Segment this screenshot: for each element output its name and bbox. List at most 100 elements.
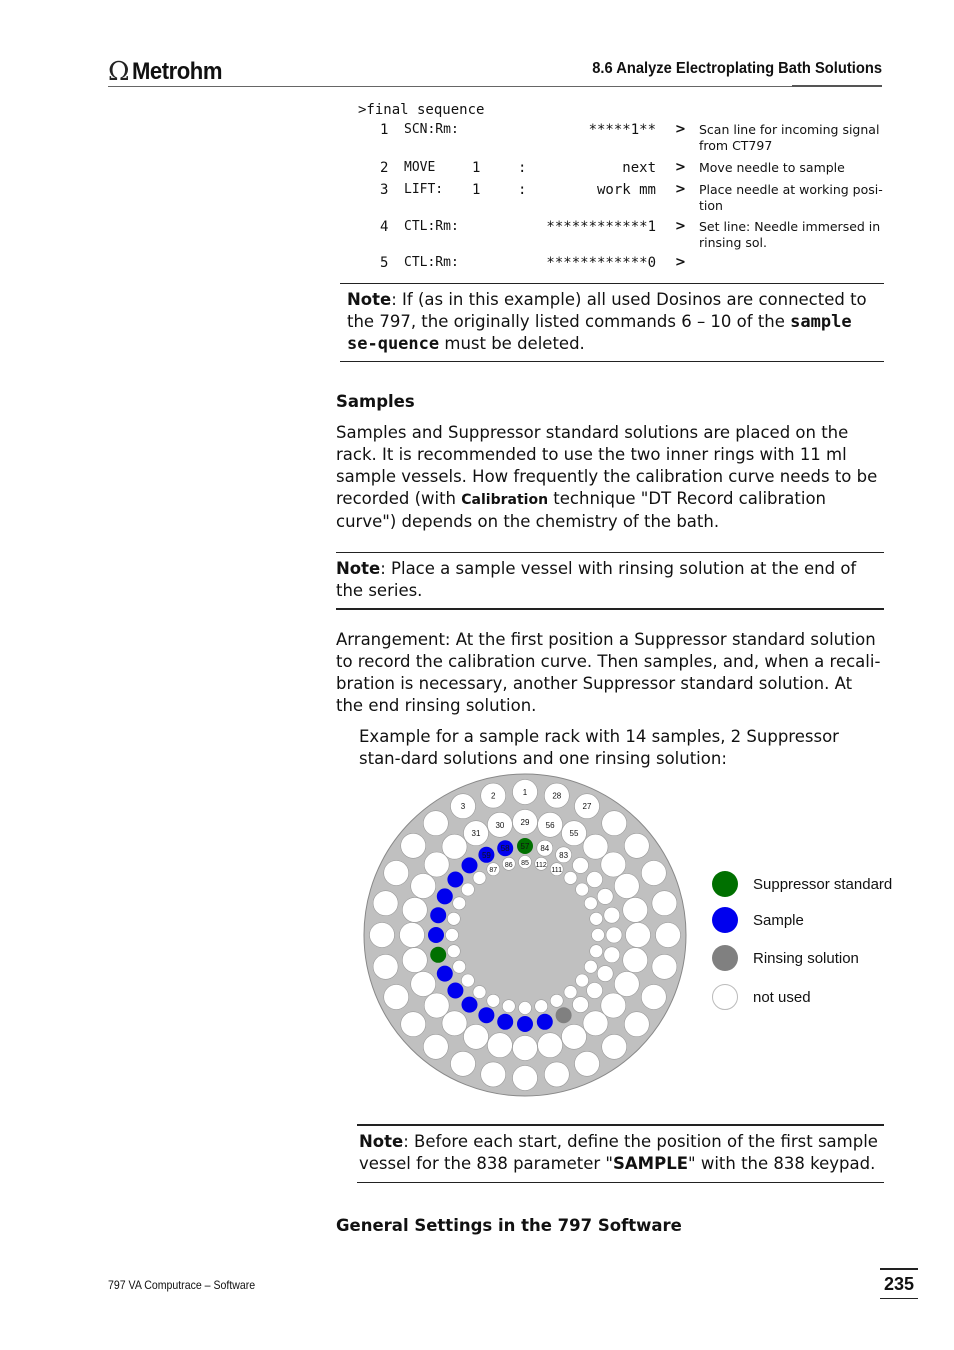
rack-position-4-not-used	[423, 810, 449, 837]
header-divider	[108, 86, 882, 87]
rack-position-label: 83	[559, 851, 568, 860]
rack-position-108-not-used	[584, 896, 598, 911]
metrohm-logo: Ω Metrohm	[108, 58, 229, 86]
rack-position-103-not-used	[575, 973, 589, 988]
rack-position-label: 28	[552, 792, 561, 801]
omega-logo-icon: Ω	[108, 57, 130, 87]
rack-position-106-not-used	[591, 928, 605, 942]
samples-paragraph: Samples and Suppressor standard solution…	[336, 422, 884, 533]
rack-position-99-not-used	[518, 1001, 532, 1015]
legend-swatch-icon	[712, 871, 738, 897]
legend-swatch-icon	[712, 945, 738, 971]
rack-position-96-not-used	[472, 985, 487, 999]
rack-position-47-not-used	[600, 992, 627, 1019]
rack-position-41-not-used	[463, 1023, 489, 1050]
arrow-marker: >	[675, 122, 686, 137]
note-sample-parameter: Note: Before each start, define the posi…	[359, 1131, 886, 1175]
rack-position-50-not-used	[625, 922, 651, 948]
note-rinsing: Note: Place a sample vessel with rinsing…	[336, 558, 884, 602]
arrow-marker: >	[675, 255, 686, 270]
rack-position-label: 86	[505, 862, 513, 869]
command-value: ************1	[546, 219, 656, 235]
rack-position-label: 57	[521, 842, 530, 851]
rack-position-48-not-used	[613, 971, 640, 997]
rack-position-22-not-used	[655, 922, 681, 948]
rack-position-25-not-used	[623, 833, 650, 859]
rack-position-90-not-used	[452, 896, 466, 911]
rack-position-19-not-used	[623, 1011, 650, 1037]
command-value: *****1**	[588, 122, 656, 138]
legend-item-suppressor-standard: Suppressor standard	[712, 870, 892, 898]
legend-label: Rinsing solution	[753, 949, 859, 967]
rack-position-label: 56	[546, 821, 555, 830]
command-value: next	[622, 160, 656, 176]
rack-position-102-not-used	[563, 985, 578, 999]
rack-position-16-not-used	[544, 1061, 570, 1088]
rack-position-label: 3	[461, 802, 466, 811]
rack-position-37-not-used	[401, 947, 428, 973]
rack-position-68-sample	[461, 996, 478, 1013]
rack-position-75-not-used	[586, 982, 603, 999]
command: CTL:Rm:	[404, 219, 459, 234]
note-text-end: " with the 838 keypad.	[687, 1154, 876, 1173]
rack-position-11-not-used	[400, 1011, 427, 1037]
rack-position-18-not-used	[601, 1033, 628, 1060]
rack-position-label: 87	[489, 867, 497, 874]
rack-position-97-not-used	[486, 994, 501, 1008]
brand-name: Metrohm	[131, 58, 222, 85]
rack-position-label: 2	[491, 792, 496, 801]
rack-position-69-sample	[478, 1007, 495, 1024]
rack-position-label: 84	[540, 844, 549, 853]
rack-position-12-not-used	[423, 1033, 449, 1060]
rack-position-44-not-used	[537, 1032, 563, 1059]
rack-position-65-suppressor-standard	[430, 946, 447, 963]
rack-position-33-not-used	[423, 851, 450, 878]
rack-position-24-not-used	[640, 860, 667, 886]
arrow-marker: >	[675, 160, 686, 175]
rack-position-38-not-used	[410, 971, 436, 997]
rack-position-label: 59	[482, 851, 491, 860]
rack-position-52-not-used	[613, 873, 640, 899]
general-settings-heading: General Settings in the 797 Software	[336, 1216, 682, 1235]
rack-position-73-rinsing	[555, 1007, 572, 1024]
rack-position-79-not-used	[603, 906, 621, 924]
note-top-rule	[340, 283, 884, 284]
rack-position-78-not-used	[605, 926, 623, 944]
rack-position-20-not-used	[640, 984, 667, 1010]
page-number: 235	[880, 1268, 918, 1299]
command-argument: 1	[472, 160, 481, 176]
note-top-rule	[336, 552, 884, 553]
rack-position-100-not-used	[534, 999, 548, 1013]
rack-position-label: 27	[583, 802, 592, 811]
rack-position-60-sample	[461, 857, 478, 874]
command-description: Scan line for incoming signal from CT797	[699, 122, 880, 153]
rack-position-8-not-used	[369, 922, 395, 948]
separator: :	[518, 160, 527, 176]
command: MOVE	[404, 160, 436, 175]
rack-position-77-not-used	[603, 946, 621, 964]
command-argument: 1	[472, 182, 481, 198]
note-top-rule	[357, 1124, 884, 1126]
rack-position-34-not-used	[410, 873, 436, 899]
rack-position-43-not-used	[512, 1035, 538, 1061]
rack-position-21-not-used	[651, 954, 678, 980]
rack-position-54-not-used	[582, 833, 609, 860]
section-title: 8.6 Analyze Electroplating Bath Solution…	[592, 60, 882, 77]
legend-item-not-used: not used	[712, 983, 811, 1011]
rack-position-105-not-used	[589, 944, 603, 958]
rack-position-label: 112	[536, 862, 547, 869]
sequence-title: >final sequence	[358, 102, 485, 118]
note-bottom-rule	[340, 361, 884, 362]
note-label: Note	[347, 290, 392, 309]
rack-position-label: 58	[501, 844, 510, 853]
rack-position-93-not-used	[447, 944, 461, 958]
command: CTL:Rm:	[404, 255, 459, 270]
legend-label: Sample	[753, 911, 804, 929]
rack-position-98-not-used	[502, 999, 516, 1013]
legend-swatch-icon	[712, 907, 738, 933]
rack-position-15-not-used	[512, 1065, 538, 1091]
rack-position-51-not-used	[622, 897, 649, 923]
rack-position-42-not-used	[487, 1032, 513, 1059]
note-text: : If (as in this example) all used Dosin…	[347, 290, 867, 331]
calibration-term: Calibration	[461, 492, 549, 508]
